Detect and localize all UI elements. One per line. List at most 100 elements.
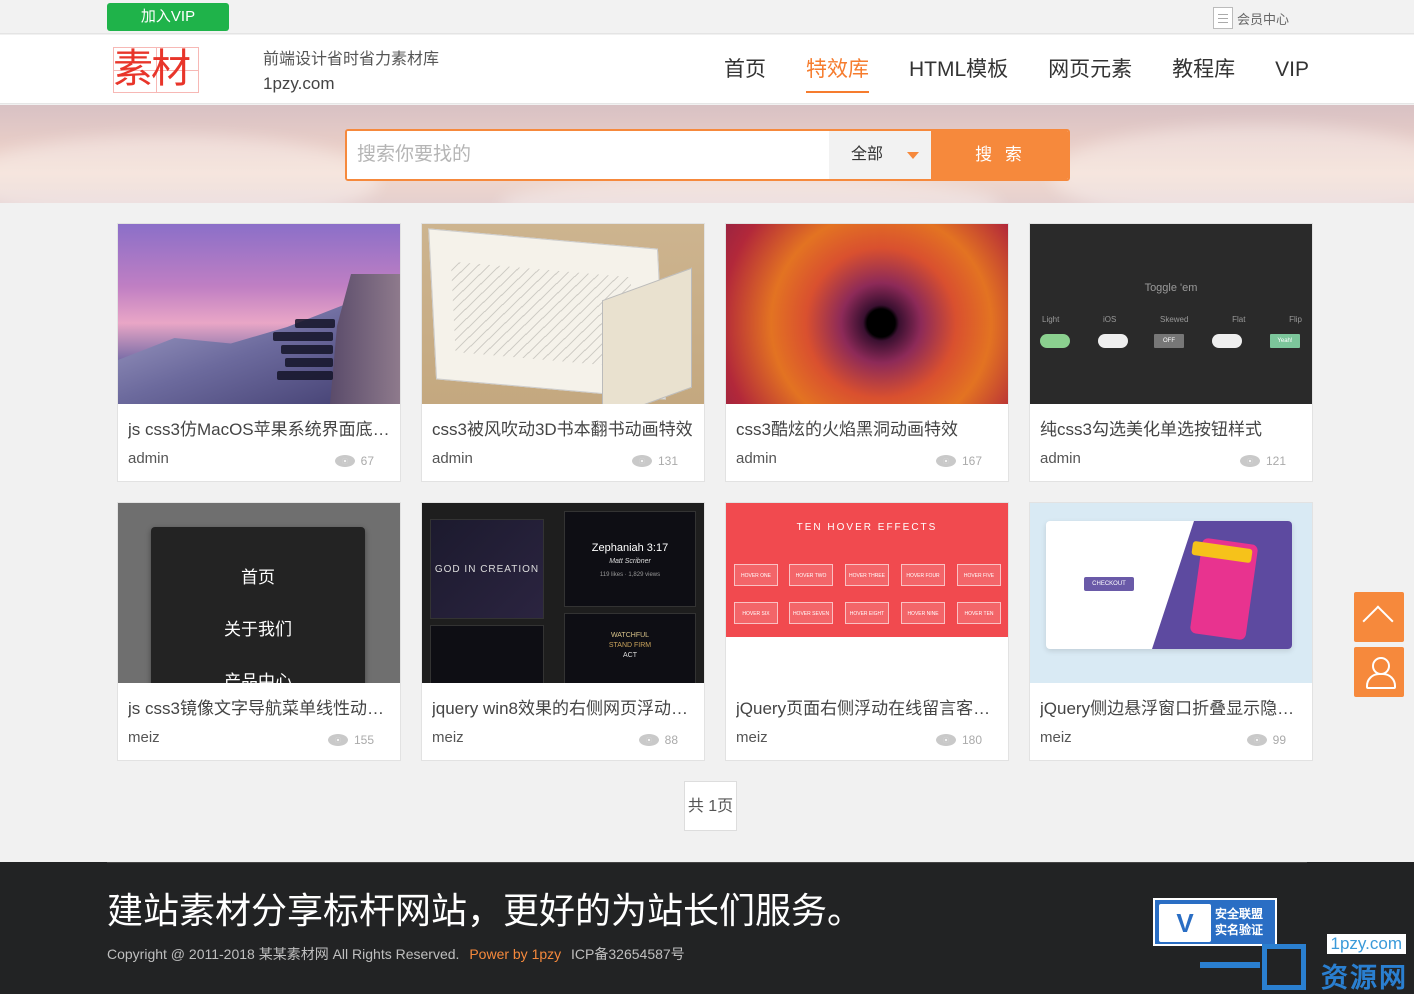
effect-card[interactable]: css3酷炫的火焰黑洞动画特效 admin 167 bbox=[725, 223, 1009, 482]
effect-card[interactable]: GOD IN CREATION Zephaniah 3:17 Matt Scri… bbox=[421, 502, 705, 761]
card-views: 180 bbox=[935, 733, 982, 747]
toggle-switch bbox=[1098, 334, 1128, 348]
thumbnail-tile: GOD IN CREATION bbox=[430, 519, 544, 619]
thumbnail-tile: WATCHFUL STAND FIRM ACT bbox=[564, 613, 696, 683]
power-by-link[interactable]: Power by 1pzy bbox=[469, 946, 561, 962]
card-title[interactable]: css3被风吹动3D书本翻书动画特效 bbox=[432, 415, 696, 440]
watermark-name: 资源网 bbox=[1321, 963, 1408, 993]
eye-icon bbox=[1239, 455, 1260, 467]
thumbnail-tile bbox=[430, 625, 544, 683]
thumbnail-menu-item: 首页 bbox=[241, 568, 275, 587]
card-title[interactable]: js css3仿MacOS苹果系统界面底部... bbox=[128, 415, 392, 440]
site-watermark: 1pzy.com 资源网 bbox=[1200, 934, 1410, 993]
card-thumbnail[interactable]: CHECKOUT bbox=[1030, 503, 1312, 683]
card-thumbnail[interactable] bbox=[422, 224, 704, 404]
card-author: meiz bbox=[128, 729, 160, 746]
nav-item-tutorials[interactable]: 教程库 bbox=[1152, 35, 1255, 104]
view-count: 67 bbox=[360, 454, 374, 468]
eye-icon bbox=[334, 455, 355, 467]
view-count: 121 bbox=[1265, 454, 1286, 468]
thumbnail-menu bbox=[263, 319, 343, 399]
thumbnail-checkout: CHECKOUT bbox=[1084, 577, 1134, 591]
thumbnail-menu-panel: 首页 关于我们 产品中心 bbox=[151, 527, 365, 683]
member-center-label: 会员中心 bbox=[1237, 11, 1290, 27]
card-thumbnail[interactable]: Toggle 'em Light iOS Skewed Flat Flip OF… bbox=[1030, 224, 1312, 404]
card-thumbnail[interactable]: 首页 关于我们 产品中心 bbox=[118, 503, 400, 683]
thumbnail-box: CHECKOUT bbox=[1046, 521, 1292, 649]
site-footer: 建站素材分享标杆网站，更好的为站长们服务。 Copyright @ 2011-2… bbox=[0, 862, 1414, 994]
banner-cloud bbox=[0, 135, 380, 203]
effect-card[interactable]: CHECKOUT jQuery侧边悬浮窗口折叠显示隐藏... meiz 99 bbox=[1029, 502, 1313, 761]
view-count: 167 bbox=[961, 454, 982, 468]
card-views: 155 bbox=[327, 733, 374, 747]
chevron-up-icon bbox=[1362, 605, 1394, 637]
nav-item-vip[interactable]: VIP bbox=[1255, 35, 1329, 104]
effect-card[interactable]: Toggle 'em Light iOS Skewed Flat Flip OF… bbox=[1029, 223, 1313, 482]
card-author: admin bbox=[128, 450, 169, 467]
effect-card[interactable]: js css3仿MacOS苹果系统界面底部... admin 67 bbox=[117, 223, 401, 482]
thumbnail-toggle-labels: Light iOS Skewed Flat Flip bbox=[1042, 315, 1302, 324]
eye-icon bbox=[935, 734, 956, 746]
nav-item-effects[interactable]: 特效库 bbox=[786, 35, 889, 104]
site-logo[interactable]: 素材 bbox=[113, 45, 199, 93]
card-author: meiz bbox=[1040, 729, 1072, 746]
card-title[interactable]: 纯css3勾选美化单选按钮样式 bbox=[1040, 415, 1304, 440]
card-views: 131 bbox=[631, 454, 678, 468]
effect-card[interactable]: css3被风吹动3D书本翻书动画特效 admin 131 bbox=[421, 223, 705, 482]
eye-icon bbox=[631, 455, 652, 467]
card-title[interactable]: jquery win8效果的右侧网页浮动框... bbox=[432, 694, 696, 719]
search-button[interactable]: 搜 索 bbox=[931, 131, 1068, 179]
card-title[interactable]: jQuery页面右侧浮动在线留言客服... bbox=[736, 694, 1000, 719]
customer-service-button[interactable] bbox=[1354, 647, 1404, 697]
nav-item-html-templates[interactable]: HTML模板 bbox=[889, 35, 1028, 104]
card-title[interactable]: js css3镜像文字导航菜单线性动画... bbox=[128, 694, 392, 719]
card-author: admin bbox=[736, 450, 777, 467]
card-author: admin bbox=[1040, 450, 1081, 467]
toggle-switch bbox=[1212, 334, 1242, 348]
footer-tagline: 建站素材分享标杆网站，更好的为站长们服务。 bbox=[107, 891, 864, 932]
effect-card[interactable]: TEN HOVER EFFECTS HOVER ONE HOVER TWO HO… bbox=[725, 502, 1009, 761]
back-to-top-button[interactable] bbox=[1354, 592, 1404, 642]
toggle-switch: Yeah! bbox=[1270, 334, 1300, 348]
view-count: 88 bbox=[664, 733, 678, 747]
search-bar: 全部 搜 索 bbox=[345, 129, 1070, 181]
watermark-bar bbox=[1200, 962, 1260, 968]
footer-copyright-line: Copyright @ 2011-2018 某某素材网 All Rights R… bbox=[107, 944, 685, 964]
site-header: 素材 前端设计省时省力素材库 1pzy.com 首页 特效库 HTML模板 网页… bbox=[0, 35, 1414, 104]
slogan-text: 前端设计省时省力素材库 bbox=[263, 51, 440, 68]
card-views: 167 bbox=[935, 454, 982, 468]
banner-cloud bbox=[1050, 125, 1414, 203]
card-thumbnail[interactable]: GOD IN CREATION Zephaniah 3:17 Matt Scri… bbox=[422, 503, 704, 683]
nav-item-web-elements[interactable]: 网页元素 bbox=[1028, 35, 1152, 104]
card-thumbnail[interactable] bbox=[726, 224, 1008, 404]
thumbnail-menu-item: 产品中心 bbox=[224, 672, 292, 683]
search-banner: 全部 搜 索 bbox=[0, 105, 1414, 203]
member-center-link[interactable]: 会员中心 bbox=[1213, 7, 1289, 29]
effect-card[interactable]: 首页 关于我们 产品中心 js css3镜像文字导航菜单线性动画... meiz… bbox=[117, 502, 401, 761]
watermark-domain: 1pzy.com bbox=[1326, 934, 1406, 954]
card-views: 67 bbox=[334, 454, 374, 468]
card-thumbnail[interactable]: TEN HOVER EFFECTS HOVER ONE HOVER TWO HO… bbox=[726, 503, 1008, 683]
search-scope-value: 全部 bbox=[851, 146, 884, 163]
main-nav: 首页 特效库 HTML模板 网页元素 教程库 VIP bbox=[704, 35, 1329, 104]
view-count: 99 bbox=[1272, 733, 1286, 747]
nav-item-home[interactable]: 首页 bbox=[704, 35, 786, 104]
toggle-switch: OFF bbox=[1154, 334, 1184, 348]
view-count: 180 bbox=[961, 733, 982, 747]
card-title[interactable]: jQuery侧边悬浮窗口折叠显示隐藏... bbox=[1040, 694, 1304, 719]
search-input[interactable] bbox=[347, 131, 829, 179]
search-scope-select[interactable]: 全部 bbox=[829, 131, 931, 179]
top-bar: 加入VIP 会员中心 bbox=[0, 0, 1414, 34]
icp-number[interactable]: ICP备32654587号 bbox=[571, 946, 685, 962]
document-icon bbox=[1213, 7, 1233, 29]
site-domain: 1pzy.com bbox=[263, 74, 335, 93]
card-views: 121 bbox=[1239, 454, 1286, 468]
thumbnail-tile: Zephaniah 3:17 Matt Scribner 119 likes ·… bbox=[564, 511, 696, 607]
card-author: meiz bbox=[736, 729, 768, 746]
card-thumbnail[interactable] bbox=[118, 224, 400, 404]
toggle-switch bbox=[1040, 334, 1070, 348]
card-views: 88 bbox=[638, 733, 678, 747]
card-title[interactable]: css3酷炫的火焰黑洞动画特效 bbox=[736, 415, 1000, 440]
thumbnail-heading: TEN HOVER EFFECTS bbox=[796, 522, 938, 533]
join-vip-button[interactable]: 加入VIP bbox=[107, 3, 229, 31]
